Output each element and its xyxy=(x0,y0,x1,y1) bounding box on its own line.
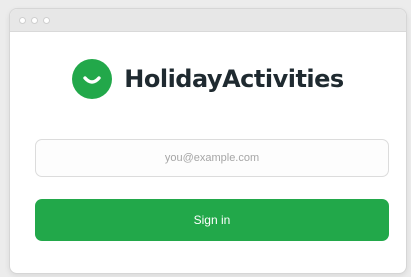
brand-name: HolidayActivities xyxy=(124,65,344,93)
maximize-window-control[interactable] xyxy=(43,16,50,24)
app-window: HolidayActivities Sign in xyxy=(9,8,407,274)
window-titlebar xyxy=(10,9,406,32)
brand-logo: HolidayActivities xyxy=(10,59,406,99)
close-window-control[interactable] xyxy=(19,16,26,24)
sign-in-button[interactable]: Sign in xyxy=(35,199,389,241)
email-input[interactable] xyxy=(35,139,389,177)
smiley-face-icon xyxy=(72,59,113,99)
minimize-window-control[interactable] xyxy=(31,16,38,24)
